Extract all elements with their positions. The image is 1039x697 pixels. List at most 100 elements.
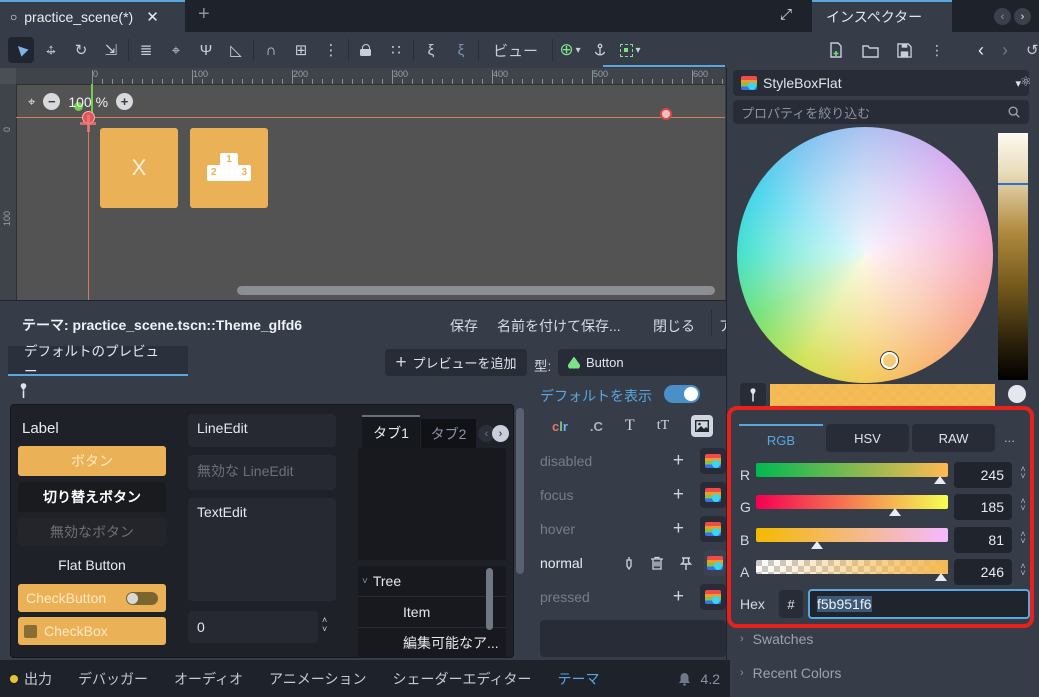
tree-row-root[interactable]: ˅ Tree xyxy=(358,566,506,597)
bottom-tab-shader-editor[interactable]: シェーダーエディター xyxy=(392,669,531,689)
anchor-preset-button[interactable]: ⊕▾ xyxy=(557,37,583,63)
tab-inspector[interactable]: インスペクター xyxy=(812,0,952,32)
anchor-handle-right[interactable] xyxy=(660,108,672,120)
move-tool-button[interactable]: ↔↕ xyxy=(38,37,64,63)
smart-snap-button[interactable]: ∩ xyxy=(258,37,284,63)
slider-a[interactable] xyxy=(756,560,948,574)
new-resource-icon[interactable] xyxy=(828,42,844,58)
dock-next-button[interactable]: › xyxy=(1014,8,1031,25)
type-dropdown[interactable]: Button xyxy=(558,349,750,376)
delete-trash-icon[interactable] xyxy=(650,556,664,571)
center-view-icon[interactable]: ⌖ xyxy=(28,94,35,110)
skeleton-button[interactable]: ξ xyxy=(418,37,444,63)
bottom-tab-animation[interactable]: アニメーション xyxy=(269,669,366,689)
history-back-icon[interactable]: ‹ xyxy=(978,40,984,61)
inspector-more-icon[interactable]: ⋮ xyxy=(930,42,944,59)
pin-icon[interactable] xyxy=(680,556,692,571)
move-pivot-button[interactable]: ⌖ xyxy=(163,37,189,63)
bottom-tab-audio[interactable]: オーディオ xyxy=(174,669,243,689)
rotate-tool-button[interactable]: ↻ xyxy=(68,37,94,63)
slider-value-r[interactable]: 245 xyxy=(954,462,1012,488)
slider-thumb-G[interactable] xyxy=(889,508,901,516)
value-bar-cursor[interactable] xyxy=(998,183,1028,185)
value-bar[interactable] xyxy=(998,133,1028,380)
spinner-arrows-icon[interactable]: ˄˅ xyxy=(1016,531,1030,545)
swatches-section[interactable]: › Swatches xyxy=(740,631,813,647)
zoom-out-button[interactable]: − xyxy=(43,93,60,110)
preview-flat-button[interactable]: Flat Button xyxy=(18,551,166,579)
theme-close-button[interactable]: 閉じる xyxy=(653,316,695,336)
stylebox-resource-dropdown[interactable]: StyleBoxFlat ▾ xyxy=(733,70,1029,96)
preview-spinbox[interactable]: 0 xyxy=(188,611,318,643)
load-resource-icon[interactable] xyxy=(862,43,879,58)
select-tool-button[interactable]: ▶ xyxy=(8,37,34,63)
tab-font-sizes[interactable]: tT xyxy=(657,418,669,434)
preview-line-edit[interactable]: LineEdit xyxy=(188,414,336,447)
preview-picker-icon[interactable] xyxy=(16,383,31,400)
hash-button[interactable]: # xyxy=(779,590,803,618)
add-preview-button[interactable]: + プレビューを追加 xyxy=(385,349,527,376)
tab-raw[interactable]: RAW xyxy=(912,424,995,452)
tab-constants[interactable]: .C xyxy=(590,419,603,434)
view-menu-button[interactable]: ビュー xyxy=(483,37,548,63)
preview-tab1[interactable]: タブ1 xyxy=(362,415,420,448)
history-forward-icon[interactable]: › xyxy=(1002,40,1008,61)
zoom-level[interactable]: 100 % xyxy=(68,94,108,110)
recent-colors-section[interactable]: › Recent Colors xyxy=(740,665,841,681)
tab-practice-scene[interactable]: ○ practice_scene(*) ✕ xyxy=(0,0,185,32)
canvas-button-x[interactable]: X xyxy=(100,128,178,208)
stylebox-resource-button[interactable] xyxy=(700,448,726,474)
slider-value-b[interactable]: 81 xyxy=(954,527,1012,553)
theme-save-as-button[interactable]: 名前を付けて保存... xyxy=(497,316,621,336)
snap-options-button[interactable]: ⋮ xyxy=(318,37,344,63)
new-tab-button[interactable]: + xyxy=(198,3,210,26)
slider-r[interactable] xyxy=(756,463,948,477)
add-override-button[interactable]: + xyxy=(673,450,684,472)
tab-hsv[interactable]: HSV xyxy=(826,424,909,452)
slider-value-g[interactable]: 185 xyxy=(954,494,1012,520)
spinner-arrows-icon[interactable]: ˄˅ xyxy=(1016,466,1030,480)
zoom-in-button[interactable]: + xyxy=(116,93,133,110)
tabs-scroll-right[interactable]: › xyxy=(492,425,509,442)
expand-window-icon[interactable]: ⤢ xyxy=(780,6,792,23)
preview-check-box[interactable]: CheckBox xyxy=(18,617,166,645)
notification-bell-icon[interactable] xyxy=(678,672,691,686)
slider-thumb-A[interactable] xyxy=(935,573,947,581)
preview-button[interactable]: ボタン xyxy=(18,446,166,476)
canvas-button-podium[interactable]: 1 23 xyxy=(190,128,268,208)
tree-row-item[interactable]: Item xyxy=(358,597,506,628)
canvas-hscrollbar[interactable] xyxy=(237,286,715,295)
stylebox-preview-button[interactable] xyxy=(704,550,726,576)
ruler-tool-button[interactable]: ◺ xyxy=(223,37,249,63)
scale-tool-button[interactable]: ⇲ xyxy=(98,37,124,63)
preview-tab2[interactable]: タブ2 xyxy=(421,419,476,448)
spinner-arrows-icon[interactable]: ˄˅ xyxy=(1016,563,1030,577)
tree-row-editable[interactable]: 編集可能なア... xyxy=(358,628,506,658)
save-icon[interactable] xyxy=(897,43,912,58)
tab-rgb[interactable]: RGB xyxy=(739,424,823,454)
filter-properties-input[interactable]: プロパティを絞り込む xyxy=(733,100,1029,124)
show-default-toggle[interactable] xyxy=(664,385,700,403)
stylebox-resource-button[interactable] xyxy=(700,584,726,610)
preview-scrollbar[interactable] xyxy=(516,408,524,574)
tab-more[interactable]: ... xyxy=(1004,430,1015,445)
slider-value-a[interactable]: 246 xyxy=(954,559,1012,585)
slider-b[interactable] xyxy=(756,528,948,542)
grid-snap-button[interactable]: ⊞ xyxy=(288,37,314,63)
group-node-button[interactable]: ∷ xyxy=(383,37,409,63)
spinner-arrows-icon[interactable]: ˄˅ xyxy=(322,616,327,634)
add-override-button[interactable]: + xyxy=(673,586,684,608)
wheel-selector[interactable] xyxy=(881,352,898,369)
lock-node-button[interactable] xyxy=(353,37,379,63)
list-select-button[interactable]: ≣ xyxy=(133,37,159,63)
hex-input[interactable]: f5b951f6 xyxy=(808,589,1030,619)
spinner-arrows-icon[interactable]: ˄˅ xyxy=(1016,498,1030,512)
picker-shape-icon[interactable] xyxy=(1008,385,1026,403)
add-override-button[interactable]: + xyxy=(673,518,684,540)
close-icon[interactable]: ✕ xyxy=(146,8,159,26)
slider-thumb-B[interactable] xyxy=(811,541,823,549)
stylebox-resource-button[interactable] xyxy=(700,482,726,508)
tab-styleboxes[interactable] xyxy=(691,415,713,437)
slider-g[interactable] xyxy=(756,495,948,509)
anchor-mode-button[interactable] xyxy=(587,37,613,63)
